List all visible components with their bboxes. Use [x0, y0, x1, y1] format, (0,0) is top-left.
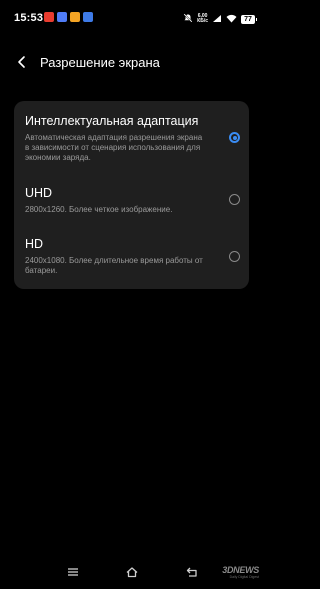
- radio-unselected[interactable]: [229, 251, 240, 262]
- status-bar: 15:53 6,00 КБ/с 77: [0, 0, 265, 34]
- recents-button[interactable]: [66, 565, 80, 579]
- menu-icon: [68, 568, 78, 576]
- home-button[interactable]: [125, 565, 139, 579]
- option-hd[interactable]: HD 2400x1080. Более длительное время раб…: [25, 237, 240, 276]
- notification-icons: [44, 12, 93, 22]
- orange-app-icon: [70, 12, 80, 22]
- watermark-logo: 3DNEWS: [222, 565, 259, 575]
- watermark: 3DNEWS Daily Digital Digest: [222, 565, 259, 579]
- image-app-icon: [83, 12, 93, 22]
- signal-icon: [212, 10, 222, 28]
- option-uhd[interactable]: UHD 2800x1260. Более четкое изображение.: [25, 186, 240, 215]
- status-indicators: 6,00 КБ/с 77: [183, 10, 257, 28]
- status-time: 15:53: [14, 12, 44, 24]
- home-icon: [126, 567, 138, 578]
- back-nav-button[interactable]: [185, 565, 199, 579]
- navigation-bar: 3DNEWS Daily Digital Digest: [0, 559, 265, 589]
- option-title: Интеллектуальная адаптация: [25, 114, 199, 128]
- wifi-icon: [226, 10, 237, 28]
- option-description: 2800x1260. Более четкое изображение.: [25, 205, 173, 214]
- radio-unselected[interactable]: [229, 194, 240, 205]
- option-title: UHD: [25, 186, 53, 200]
- mute-icon: [183, 10, 193, 28]
- return-icon: [186, 567, 197, 577]
- chevron-left-icon: [18, 56, 25, 68]
- blue-app-icon: [57, 12, 67, 22]
- option-smart-adaptation[interactable]: Интеллектуальная адаптация Автоматическа…: [25, 114, 240, 163]
- radio-selected[interactable]: [229, 132, 240, 143]
- option-description: 2400x1080. Более длительное время работы…: [25, 256, 203, 275]
- header: Разрешение экрана: [0, 50, 265, 74]
- speed-unit: КБ/с: [197, 18, 208, 24]
- page-title: Разрешение экрана: [40, 55, 160, 70]
- option-title: HD: [25, 237, 44, 251]
- battery-icon: 77: [241, 14, 257, 24]
- network-speed: 6,00 КБ/с: [197, 14, 208, 24]
- yandex-icon: [44, 12, 54, 22]
- back-button[interactable]: [14, 54, 30, 70]
- watermark-tagline: Daily Digital Digest: [229, 575, 259, 579]
- option-description: Автоматическая адаптация разрешения экра…: [25, 133, 203, 162]
- resolution-options-card: Интеллектуальная адаптация Автоматическа…: [14, 101, 249, 289]
